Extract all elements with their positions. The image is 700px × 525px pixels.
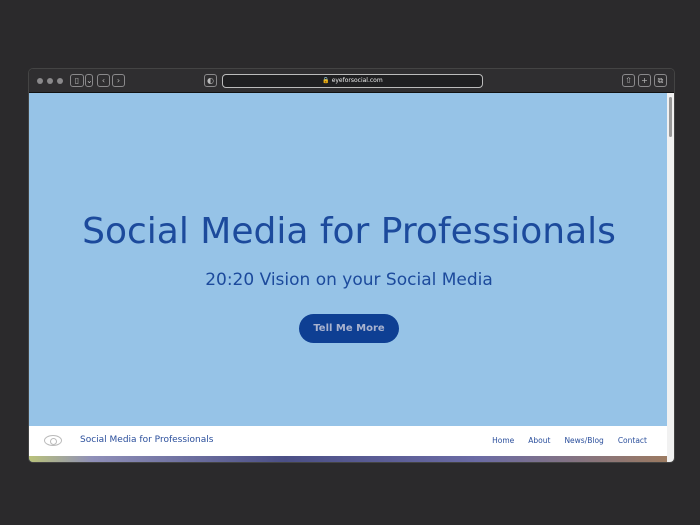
eye-logo-icon[interactable] <box>44 435 62 446</box>
nav-home[interactable]: Home <box>492 436 514 445</box>
scrollbar-thumb[interactable] <box>669 97 672 137</box>
url-text: eyeforsocial.com <box>331 77 383 84</box>
forward-button[interactable]: › <box>112 74 125 87</box>
tell-me-more-button[interactable]: Tell Me More <box>299 314 399 343</box>
scrollbar[interactable] <box>667 93 674 462</box>
sidebar-icon[interactable]: ▯ <box>70 74 84 87</box>
zoom-window-button[interactable] <box>57 78 63 84</box>
tabs-overview-icon[interactable]: ⧉ <box>654 74 667 87</box>
hero-subtitle: 20:20 Vision on your Social Media <box>205 270 493 290</box>
privacy-shield-icon[interactable]: ◐ <box>204 74 217 87</box>
new-tab-icon[interactable]: + <box>638 74 651 87</box>
chevron-down-icon[interactable]: ⌄ <box>85 74 93 87</box>
back-button[interactable]: ‹ <box>97 74 110 87</box>
nav-news-blog[interactable]: News/Blog <box>564 436 603 445</box>
page-content: Social Media for Professionals 20:20 Vis… <box>29 93 669 462</box>
nav-contact[interactable]: Contact <box>618 436 647 445</box>
site-navbar: Social Media for Professionals Home Abou… <box>29 426 669 456</box>
hero-image-strip <box>29 456 669 462</box>
browser-window: ▯ ⌄ ‹ › ◐ 🔒 eyeforsocial.com ⇧ + ⧉ Socia… <box>28 68 675 463</box>
address-bar[interactable]: 🔒 eyeforsocial.com <box>222 74 483 88</box>
share-icon[interactable]: ⇧ <box>622 74 635 87</box>
brand-link[interactable]: Social Media for Professionals <box>80 435 213 445</box>
minimize-window-button[interactable] <box>47 78 53 84</box>
browser-toolbar: ▯ ⌄ ‹ › ◐ 🔒 eyeforsocial.com ⇧ + ⧉ <box>29 69 674 93</box>
close-window-button[interactable] <box>37 78 43 84</box>
nav-about[interactable]: About <box>528 436 550 445</box>
hero-title: Social Media for Professionals <box>82 211 616 252</box>
